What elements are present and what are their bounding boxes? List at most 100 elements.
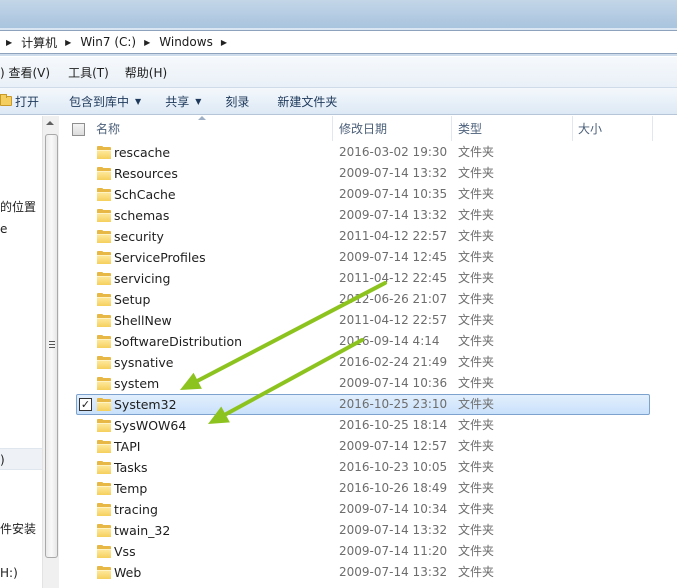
file-date: 2016-10-25 23:10: [339, 397, 448, 411]
breadcrumb-drive[interactable]: Win7 (C:) ▶: [78, 31, 157, 53]
file-name: System32: [114, 397, 177, 412]
breadcrumb-windows[interactable]: Windows ▶: [157, 31, 234, 53]
table-row[interactable]: ServiceProfiles 2009-07-14 12:45 文件夹: [60, 247, 677, 268]
table-row[interactable]: schemas 2009-07-14 13:32 文件夹: [60, 205, 677, 226]
command-bar: 打开 包含到库中 ▼ 共享 ▼ 刻录 新建文件夹: [0, 87, 677, 115]
folder-icon: [97, 566, 111, 579]
table-row[interactable]: sysnative 2016-02-24 21:49 文件夹: [60, 352, 677, 373]
column-size[interactable]: 大小: [578, 116, 602, 141]
column-divider[interactable]: [451, 116, 452, 141]
file-type: 文件夹: [458, 334, 495, 348]
file-type: 文件夹: [458, 502, 495, 516]
file-name: ServiceProfiles: [114, 250, 206, 265]
file-date: 2011-04-12 22:57: [339, 229, 448, 243]
table-row[interactable]: Tasks 2016-10-23 10:05 文件夹: [60, 457, 677, 478]
file-name: system: [114, 376, 160, 391]
column-divider[interactable]: [332, 116, 333, 141]
table-row[interactable]: system 2009-07-14 10:36 文件夹: [60, 373, 677, 394]
table-row[interactable]: SoftwareDistribution 2016-09-14 4:14 文件夹: [60, 331, 677, 352]
table-row[interactable]: SysWOW64 2016-10-25 18:14 文件夹: [60, 415, 677, 436]
nav-item-install[interactable]: 件安装: [0, 520, 36, 537]
nav-scrollbar[interactable]: [42, 116, 59, 588]
column-divider[interactable]: [652, 116, 653, 141]
folder-icon: [97, 377, 111, 390]
menu-bar: ) 查看(V) 工具(T) 帮助(H): [0, 57, 677, 87]
file-name: Tasks: [114, 460, 148, 475]
file-date: 2016-03-02 19:30: [339, 145, 448, 159]
table-row[interactable]: ShellNew 2011-04-12 22:57 文件夹: [60, 310, 677, 331]
file-date: 2009-07-14 10:35: [339, 187, 448, 201]
burn-button[interactable]: 刻录: [225, 93, 249, 110]
file-date: 2012-06-26 21:07: [339, 292, 448, 306]
file-type: 文件夹: [458, 418, 495, 432]
file-date: 2009-07-14 13:32: [339, 166, 448, 180]
table-row[interactable]: tracing 2009-07-14 10:34 文件夹: [60, 499, 677, 520]
table-row[interactable]: twain_32 2009-07-14 13:32 文件夹: [60, 520, 677, 541]
table-row[interactable]: Setup 2012-06-26 21:07 文件夹: [60, 289, 677, 310]
file-name: sysnative: [114, 355, 174, 370]
column-date[interactable]: 修改日期: [339, 116, 387, 141]
chevron-right-icon[interactable]: ▶: [144, 38, 150, 47]
file-type: 文件夹: [458, 313, 495, 327]
include-in-library-button[interactable]: 包含到库中 ▼: [69, 93, 141, 110]
menu-view[interactable]: ) 查看(V): [0, 64, 58, 81]
folder-icon: [97, 398, 111, 411]
table-row[interactable]: SchCache 2009-07-14 10:35 文件夹: [60, 184, 677, 205]
scroll-up-icon[interactable]: [46, 121, 54, 125]
table-row[interactable]: Vss 2009-07-14 11:20 文件夹: [60, 541, 677, 562]
chevron-right-icon[interactable]: ▶: [221, 38, 227, 47]
folder-icon: [97, 440, 111, 453]
file-date: 2011-04-12 22:57: [339, 313, 448, 327]
folder-icon: [97, 188, 111, 201]
file-date: 2009-07-14 13:32: [339, 523, 448, 537]
file-row-selected[interactable]: ✓ System32 2016-10-25 23:10 文件夹: [60, 394, 677, 415]
nav-item-drive-h[interactable]: H:): [0, 566, 18, 580]
nav-item-partial[interactable]: e: [0, 222, 7, 236]
address-box[interactable]: ▶ 计算机 ▶ Win7 (C:) ▶ Windows ▶: [0, 30, 677, 54]
file-name: SoftwareDistribution: [114, 334, 243, 349]
file-name: Resources: [114, 166, 178, 181]
nav-group-header[interactable]: ): [0, 448, 42, 470]
file-name: Web: [114, 565, 142, 580]
file-name: SchCache: [114, 187, 176, 202]
scrollbar-thumb[interactable]: [45, 134, 58, 558]
table-row[interactable]: rescache 2016-03-02 19:30 文件夹: [60, 142, 677, 163]
column-name[interactable]: 名称: [96, 116, 120, 141]
file-name: twain_32: [114, 523, 171, 538]
breadcrumb-computer[interactable]: 计算机 ▶: [19, 31, 78, 53]
column-type[interactable]: 类型: [458, 116, 482, 141]
menu-help[interactable]: 帮助(H): [117, 64, 175, 81]
folder-icon: [97, 461, 111, 474]
column-divider[interactable]: [572, 116, 573, 141]
folder-icon: [97, 545, 111, 558]
open-button[interactable]: 打开: [0, 93, 39, 110]
file-type: 文件夹: [458, 565, 495, 579]
table-row[interactable]: Resources 2009-07-14 13:32 文件夹: [60, 163, 677, 184]
file-name: schemas: [114, 208, 170, 223]
table-row[interactable]: Web 2009-07-14 13:32 文件夹: [60, 562, 677, 583]
row-checkbox[interactable]: ✓: [79, 398, 92, 411]
file-type: 文件夹: [458, 376, 495, 390]
table-row[interactable]: TAPI 2009-07-14 12:57 文件夹: [60, 436, 677, 457]
table-row[interactable]: servicing 2011-04-12 22:45 文件夹: [60, 268, 677, 289]
file-type: 文件夹: [458, 229, 495, 243]
table-row[interactable]: security 2011-04-12 22:57 文件夹: [60, 226, 677, 247]
chevron-right-icon[interactable]: ▶: [65, 38, 71, 47]
file-type: 文件夹: [458, 523, 495, 537]
file-type: 文件夹: [458, 481, 495, 495]
new-folder-button[interactable]: 新建文件夹: [277, 93, 337, 110]
table-row[interactable]: Temp 2016-10-26 18:49 文件夹: [60, 478, 677, 499]
window-titlebar: [0, 0, 677, 28]
file-type: 文件夹: [458, 166, 495, 180]
nav-item-locations[interactable]: 的位置: [0, 198, 36, 215]
navigation-pane: 的位置 e ) 件安装 H:): [0, 116, 42, 588]
file-type: 文件夹: [458, 250, 495, 264]
folder-icon: [97, 356, 111, 369]
menu-tools[interactable]: 工具(T): [60, 64, 117, 81]
file-date: 2016-10-25 18:14: [339, 418, 448, 432]
folder-icon: [0, 94, 12, 106]
share-button[interactable]: 共享 ▼: [165, 93, 201, 110]
breadcrumb-root-arrow[interactable]: ▶: [0, 31, 19, 53]
select-all-checkbox[interactable]: [72, 123, 85, 136]
file-type: 文件夹: [458, 439, 495, 453]
